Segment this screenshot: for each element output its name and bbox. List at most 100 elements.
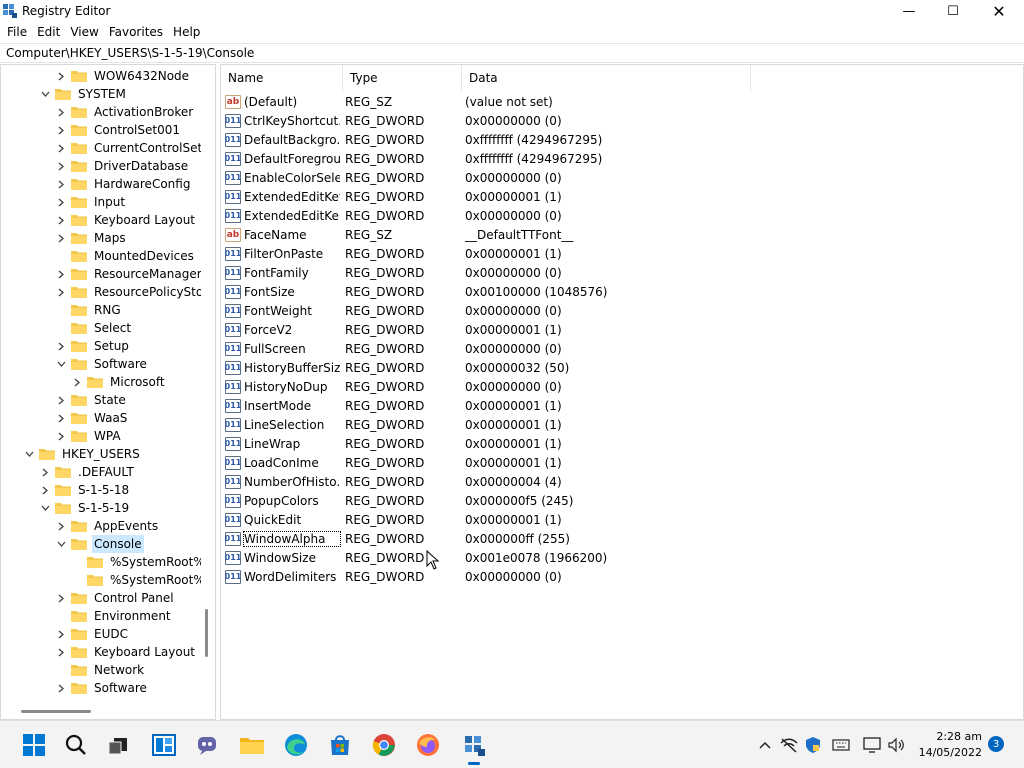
column-header-data[interactable]: Data <box>462 65 751 91</box>
value-row[interactable]: 011 HistoryNoDup REG_DWORD 0x00000000 (0) <box>225 377 562 396</box>
tree-node[interactable]: Environment <box>55 607 173 625</box>
value-row[interactable]: 011 QuickEdit REG_DWORD 0x00000001 (1) <box>225 510 562 529</box>
chevron-right-icon[interactable] <box>55 517 67 535</box>
monitor-icon[interactable] <box>862 735 882 755</box>
store-icon[interactable] <box>324 729 356 761</box>
chevron-down-icon[interactable] <box>55 535 67 553</box>
chevron-right-icon[interactable] <box>55 409 67 427</box>
tree-node[interactable]: HardwareConfig <box>55 175 192 193</box>
tree-horizontal-scrollbar[interactable] <box>7 709 203 715</box>
chevron-right-icon[interactable] <box>71 373 83 391</box>
value-row[interactable]: 011 ExtendedEditKey REG_DWORD 0x00000001 (1… <box>225 187 562 206</box>
tree-node[interactable]: Console <box>55 535 144 553</box>
title-bar[interactable]: Registry Editor — ☐ ✕ <box>0 0 1024 22</box>
chevron-right-icon[interactable] <box>55 265 67 283</box>
value-row[interactable]: 011 FullScreen REG_DWORD 0x00000000 (0) <box>225 339 562 358</box>
value-row[interactable]: 011 FontFamily REG_DWORD 0x00000000 (0) <box>225 263 562 282</box>
tree-node[interactable]: Input <box>55 193 127 211</box>
tree-node[interactable]: Setup <box>55 337 131 355</box>
chrome-icon[interactable] <box>368 729 400 761</box>
chevron-right-icon[interactable] <box>39 481 51 499</box>
value-row[interactable]: 011 PopupColors REG_DWORD 0x000000f5 (245) <box>225 491 574 510</box>
chevron-right-icon[interactable] <box>55 157 67 175</box>
chevron-right-icon[interactable] <box>55 643 67 661</box>
registry-editor-taskbar-icon[interactable] <box>458 729 490 765</box>
defender-icon[interactable] <box>803 735 823 755</box>
chevron-right-icon[interactable] <box>55 103 67 121</box>
chevron-right-icon[interactable] <box>55 193 67 211</box>
value-row[interactable]: 011DefaultForegrou... REG_DWORD 0xffffffff… <box>225 149 602 168</box>
tree-node[interactable]: .DEFAULT <box>39 463 136 481</box>
menu-favorites[interactable]: Favorites <box>104 22 168 42</box>
tree-node[interactable]: CurrentControlSet <box>55 139 201 157</box>
search-icon[interactable] <box>60 729 92 761</box>
value-row[interactable]: 011 LineWrap REG_DWORD 0x00000001 (1) <box>225 434 562 453</box>
tree-node[interactable]: RNG <box>55 301 123 319</box>
firefox-icon[interactable] <box>412 729 444 761</box>
network-off-icon[interactable] <box>779 735 799 755</box>
notification-count-badge[interactable]: 3 <box>988 736 1004 752</box>
value-row[interactable]: 011 FontSize REG_DWORD 0x00100000 (1048576) <box>225 282 607 301</box>
tree-node[interactable]: Software <box>55 679 149 697</box>
value-row[interactable]: 011EnableColorSele... REG_DWORD 0x00000000… <box>225 168 562 187</box>
address-bar[interactable]: Computer\HKEY_USERS\S-1-5-19\Console <box>0 43 1024 63</box>
tree-node[interactable]: ResourcePolicyStore <box>55 283 201 301</box>
value-row[interactable]: 011 InsertMode REG_DWORD 0x00000001 (1) <box>225 396 562 415</box>
chevron-right-icon[interactable] <box>55 121 67 139</box>
file-explorer-icon[interactable] <box>236 729 268 761</box>
chevron-right-icon[interactable] <box>55 67 67 85</box>
value-row[interactable]: 011 DefaultBackgro... REG_DWORD 0xffffffff … <box>225 130 602 149</box>
value-row[interactable]: 011 LineSelection REG_DWORD 0x00000001 (1) <box>225 415 562 434</box>
chevron-right-icon[interactable] <box>55 625 67 643</box>
tree-node[interactable]: State <box>55 391 128 409</box>
tree-node[interactable]: Control Panel <box>55 589 176 607</box>
tree-node[interactable]: S-1-5-18 <box>39 481 131 499</box>
value-row[interactable]: 011 FontWeight REG_DWORD 0x00000000 (0) <box>225 301 562 320</box>
chevron-right-icon[interactable] <box>55 175 67 193</box>
tree-node[interactable]: SYSTEM <box>39 85 128 103</box>
start-icon[interactable] <box>18 729 50 761</box>
tree-node[interactable]: Software <box>55 355 149 373</box>
keyboard-icon[interactable] <box>831 735 851 755</box>
chevron-up-icon[interactable] <box>755 735 775 755</box>
value-row[interactable]: ab FaceName REG_SZ __DefaultTTFont__ <box>225 225 573 244</box>
tree-node[interactable]: Keyboard Layout <box>55 211 197 229</box>
tree-node[interactable]: WOW6432Node <box>55 67 191 85</box>
column-header-name[interactable]: Name <box>221 65 343 91</box>
chevron-right-icon[interactable] <box>55 391 67 409</box>
menu-edit[interactable]: Edit <box>32 22 65 42</box>
chevron-down-icon[interactable] <box>55 355 67 373</box>
value-row[interactable]: 011 HistoryBufferSize REG_DWORD 0x00000032 … <box>225 358 569 377</box>
tree-node[interactable]: WaaS <box>55 409 129 427</box>
value-row[interactable]: ab (Default) REG_SZ (value not set) <box>225 92 553 111</box>
value-row[interactable]: 011 CtrlKeyShortcut... REG_DWORD 0x00000000… <box>225 111 562 130</box>
tree-node[interactable]: Microsoft <box>71 373 167 391</box>
chevron-right-icon[interactable] <box>55 427 67 445</box>
chevron-down-icon[interactable] <box>39 85 51 103</box>
maximize-button[interactable]: ☐ <box>930 0 976 22</box>
value-row[interactable]: 011 NumberOfHisto... REG_DWORD 0x00000004 (… <box>225 472 562 491</box>
value-row[interactable]: 011 WindowAlpha REG_DWORD 0x000000ff (255) <box>225 529 570 548</box>
close-button[interactable]: ✕ <box>976 0 1022 22</box>
minimize-button[interactable]: — <box>886 0 932 22</box>
tree-node[interactable]: AppEvents <box>55 517 160 535</box>
chevron-right-icon[interactable] <box>55 679 67 697</box>
scroll-thumb[interactable] <box>205 609 208 657</box>
chevron-right-icon[interactable] <box>55 211 67 229</box>
menu-help[interactable]: Help <box>168 22 205 42</box>
value-row[interactable]: 011 ExtendedEditKe... REG_DWORD 0x00000000 … <box>225 206 562 225</box>
tree-node[interactable]: ControlSet001 <box>55 121 182 139</box>
value-row[interactable]: 011 WordDelimiters REG_DWORD 0x00000000 (0) <box>225 567 562 586</box>
menu-view[interactable]: View <box>65 22 103 42</box>
tree-node[interactable]: Maps <box>55 229 128 247</box>
tree-vertical-scrollbar[interactable] <box>204 69 210 701</box>
scroll-thumb[interactable] <box>21 710 91 713</box>
chevron-down-icon[interactable] <box>39 499 51 517</box>
edge-icon[interactable] <box>280 729 312 761</box>
chevron-right-icon[interactable] <box>55 283 67 301</box>
value-row[interactable]: 011 ForceV2 REG_DWORD 0x00000001 (1) <box>225 320 562 339</box>
tree-node[interactable]: S-1-5-19 <box>39 499 131 517</box>
chevron-right-icon[interactable] <box>55 589 67 607</box>
chevron-down-icon[interactable] <box>23 445 35 463</box>
tree-node[interactable]: DriverDatabase <box>55 157 190 175</box>
